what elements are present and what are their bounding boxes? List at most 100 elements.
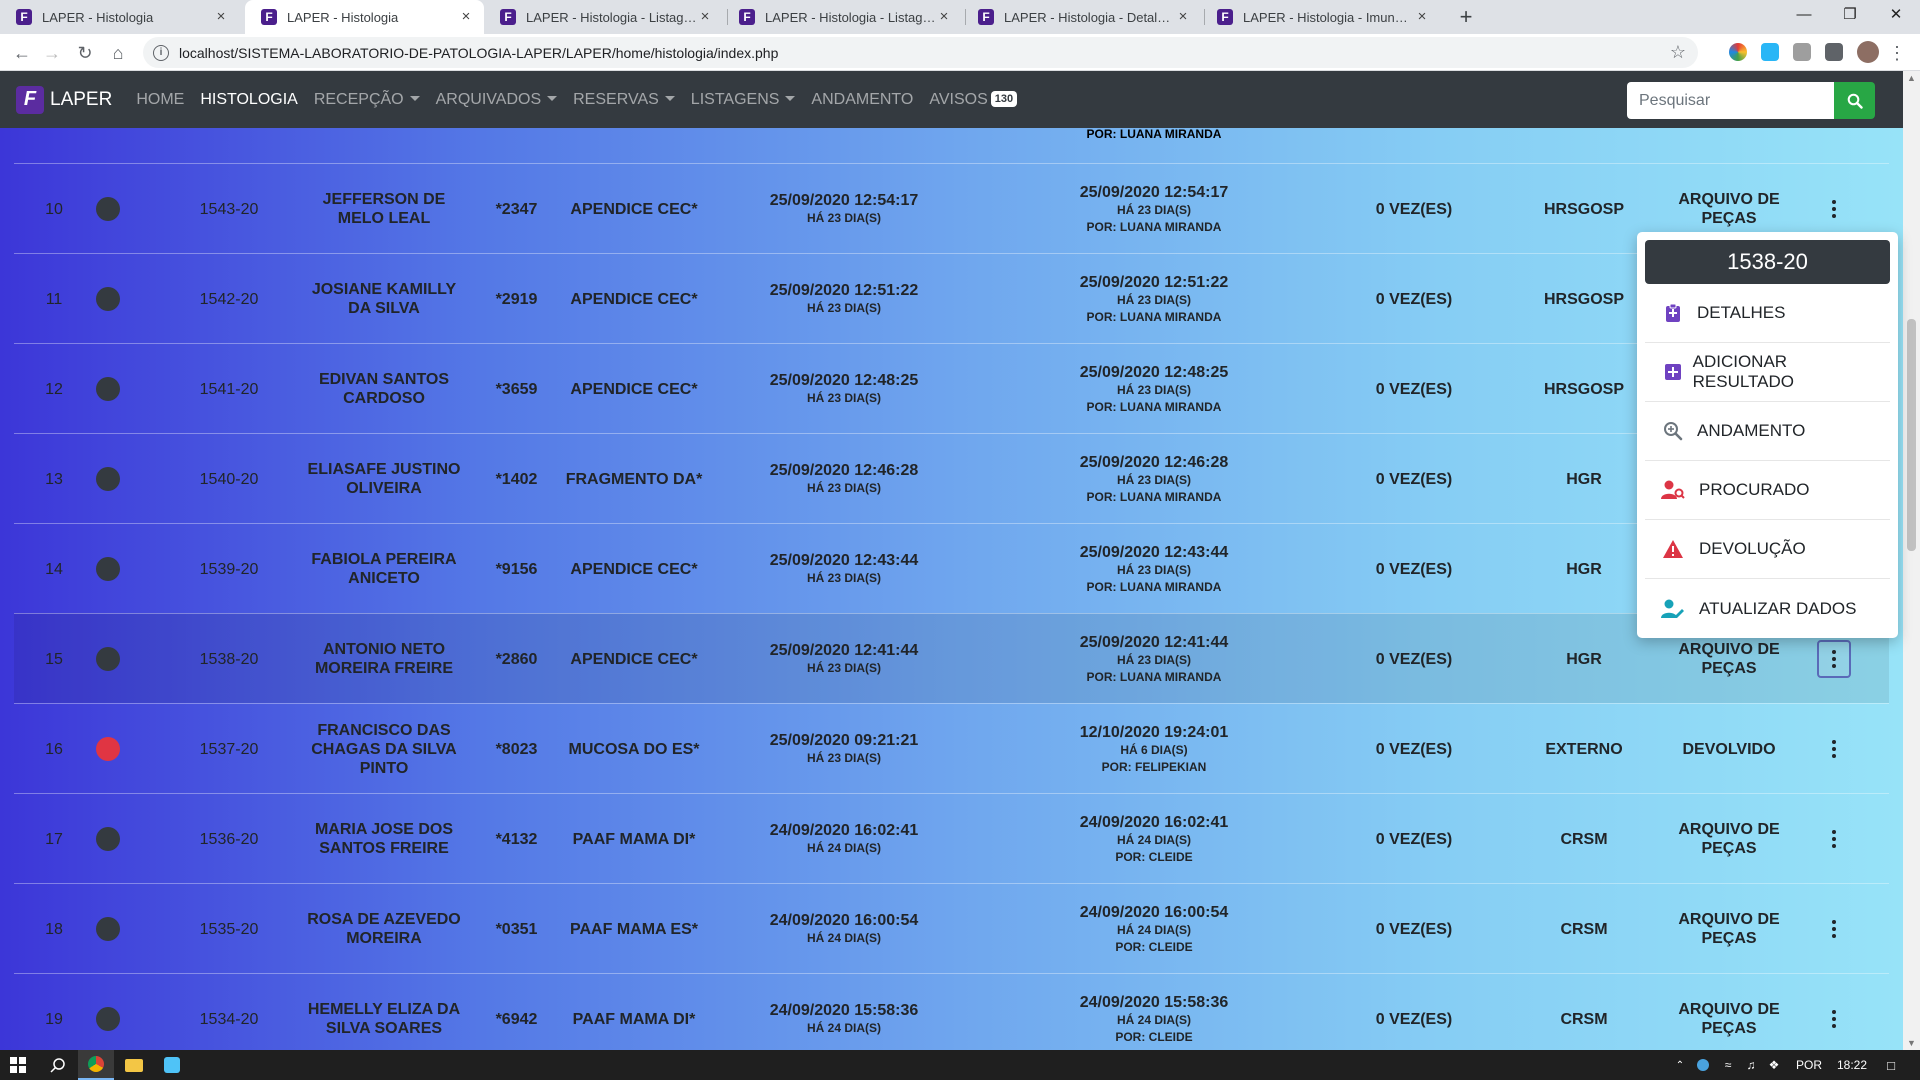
close-icon[interactable]: × xyxy=(1175,9,1191,25)
table-row[interactable]: 14 1539-20 FABIOLA PEREIRA ANICETO *9156 APE… xyxy=(14,523,1889,613)
page-scrollbar[interactable]: ▲ ▼ xyxy=(1903,71,1920,1050)
page-content: F LAPER HOME HISTOLOGIA RECEPÇÃO ARQUIVA… xyxy=(0,71,1920,1050)
nav-home[interactable]: HOME xyxy=(128,91,192,109)
movement-by: POR: LUANA MIRANDA xyxy=(1086,399,1222,414)
laper-logo-icon: F xyxy=(16,85,44,114)
table-row[interactable]: 15 1538-20 ANTONIO NETO MOREIRA FREIRE *286… xyxy=(14,613,1889,703)
menu-item-label: ANDAMENTO xyxy=(1697,421,1806,440)
home-icon[interactable]: ⌂ xyxy=(104,39,132,67)
browser-tab[interactable]: F LAPER - Histologia × xyxy=(0,0,239,34)
close-icon[interactable]: × xyxy=(936,9,952,25)
search-button[interactable] xyxy=(1834,82,1875,119)
dropbox-icon[interactable]: ❖ xyxy=(1766,1050,1782,1080)
clock[interactable]: 18:22 xyxy=(1832,1050,1872,1080)
maximize-icon[interactable]: ❐ xyxy=(1827,0,1873,30)
browser-tab[interactable]: F LAPER - Histologia - Imuno-Histo × xyxy=(1201,0,1440,34)
address-bar[interactable]: i localhost/SISTEMA-LABORATORIO-DE-PATOL… xyxy=(143,37,1698,68)
menu-item-atualizar-dados[interactable]: ATUALIZAR DADOS xyxy=(1645,579,1890,638)
nav-recepcao[interactable]: RECEPÇÃO xyxy=(306,91,428,109)
extension-translate-icon[interactable] xyxy=(1761,43,1779,61)
file-explorer-icon[interactable] xyxy=(116,1050,152,1080)
tray-chevron-up-icon[interactable]: ⌃ xyxy=(1672,1050,1688,1080)
patient-name: JOSIANE KAMILLY DA SILVA xyxy=(311,281,457,317)
info-icon[interactable]: i xyxy=(153,44,169,61)
kebab-menu-icon[interactable] xyxy=(1817,1000,1851,1038)
movement-date: 24/09/2020 16:00:54 xyxy=(1079,903,1229,921)
menu-item-procurado[interactable]: PROCURADO xyxy=(1645,461,1890,520)
bookmark-star-icon[interactable]: ☆ xyxy=(1670,42,1686,63)
tray-network-icon[interactable] xyxy=(1695,1050,1711,1080)
browser-tab[interactable]: F LAPER - Histologia - Detalhes PC × xyxy=(962,0,1201,34)
scroll-down-arrow-icon[interactable]: ▼ xyxy=(1907,1038,1916,1048)
movement-cell: 25/09/2020 12:43:44 HÁ 23 DIA(S) POR: LUAN… xyxy=(1024,524,1284,614)
table-row[interactable]: 11 1542-20 JOSIANE KAMILLY DA SILVA *2919 AP… xyxy=(14,253,1889,343)
nav-arquivados[interactable]: ARQUIVADOS xyxy=(428,91,566,109)
menu-item-andamento[interactable]: ANDAMENTO xyxy=(1645,402,1890,461)
nav-label: AVISOS xyxy=(929,90,988,108)
movement-by: POR: LUANA MIRANDA xyxy=(1086,219,1222,234)
browser-tab-active[interactable]: F LAPER - Histologia × xyxy=(245,0,484,34)
scrollbar-thumb[interactable] xyxy=(1907,319,1916,551)
extension-camera-icon[interactable] xyxy=(1793,43,1811,61)
chrome-taskbar-icon[interactable] xyxy=(78,1050,114,1080)
scroll-up-arrow-icon[interactable]: ▲ xyxy=(1907,73,1916,83)
kebab-menu-icon[interactable] xyxy=(1817,820,1851,858)
table-row[interactable]: 10 1543-20 JEFFERSON DE MELO LEAL *2347 APEN… xyxy=(14,163,1889,253)
windows-start-icon[interactable] xyxy=(0,1050,36,1080)
brand[interactable]: F LAPER xyxy=(16,85,112,114)
table-row[interactable]: 18 1535-20 ROSA DE AZEVEDO MOREIRA *0351 PAA… xyxy=(14,883,1889,973)
movement-cell: 24/09/2020 15:58:36 HÁ 24 DIA(S) POR: CLEI… xyxy=(1024,974,1284,1050)
nav-avisos[interactable]: AVISOS 130 xyxy=(921,90,1025,109)
close-icon[interactable]: × xyxy=(697,9,713,25)
reload-icon[interactable]: ↻ xyxy=(71,39,99,67)
back-arrow-icon[interactable]: ← xyxy=(8,39,36,67)
minimize-icon[interactable]: — xyxy=(1781,0,1827,30)
exam-code: 1536-20 xyxy=(199,830,259,848)
window-close-icon[interactable]: ✕ xyxy=(1873,0,1919,30)
exam-code: 1543-20 xyxy=(199,200,259,218)
wifi-icon[interactable]: ≈ xyxy=(1720,1050,1736,1080)
search-icon[interactable] xyxy=(40,1050,76,1080)
table-row[interactable]: 13 1540-20 ELIASAFE JUSTINO OLIVEIRA *1402 F… xyxy=(14,433,1889,523)
table-row[interactable]: 17 1536-20 MARIA JOSE DOS SANTOS FREIRE *41… xyxy=(14,793,1889,883)
status-dot xyxy=(94,524,122,614)
browser-tab[interactable]: F LAPER - Histologia - Listagem ex × xyxy=(484,0,723,34)
nav-andamento[interactable]: ANDAMENTO xyxy=(803,91,921,109)
status-dot xyxy=(94,794,122,884)
menu-item-devolucao[interactable]: DEVOLUÇÃO xyxy=(1645,520,1890,579)
entry-date-cell: 25/09/2020 12:43:44 HÁ 23 DIA(S) xyxy=(724,524,964,614)
table-row[interactable]: 19 1534-20 HEMELLY ELIZA DA SILVA SOARES *6… xyxy=(14,973,1889,1050)
language-indicator[interactable]: POR xyxy=(1794,1050,1824,1080)
search-input[interactable] xyxy=(1627,82,1834,119)
nav-histologia[interactable]: HISTOLOGIA xyxy=(192,91,306,109)
close-icon[interactable]: × xyxy=(1414,9,1430,25)
table-row[interactable]: 16 1537-20 FRANCISCO DAS CHAGAS DA SILVA P… xyxy=(14,703,1889,793)
browser-tab[interactable]: F LAPER - Histologia - Listagem pr × xyxy=(723,0,962,34)
menu-item-detalhes[interactable]: DETALHES xyxy=(1645,284,1890,343)
menu-item-adicionar-resultado[interactable]: ADICIONAR RESULTADO xyxy=(1645,343,1890,402)
times-count: 0 VEZ(ES) xyxy=(1375,560,1453,578)
new-tab-plus-icon[interactable]: + xyxy=(1453,4,1479,30)
profile-avatar[interactable] xyxy=(1857,41,1879,63)
forward-arrow-icon[interactable]: → xyxy=(38,39,66,67)
nav-reservas[interactable]: RESERVAS xyxy=(565,91,683,109)
extensions-puzzle-icon[interactable] xyxy=(1825,43,1843,61)
status-dot-icon xyxy=(96,197,120,221)
kebab-menu-icon[interactable] xyxy=(1817,190,1851,228)
patient-name: ELIASAFE JUSTINO OLIVEIRA xyxy=(307,461,461,497)
nav-listagens[interactable]: LISTAGENS xyxy=(683,91,804,109)
volume-icon[interactable]: ♫ xyxy=(1743,1050,1759,1080)
movement-date: 12/10/2020 19:24:01 xyxy=(1079,723,1229,741)
kebab-menu-icon[interactable] xyxy=(1817,640,1851,678)
table-row[interactable]: 12 1541-20 EDIVAN SANTOS CARDOSO *3659 APEND… xyxy=(14,343,1889,433)
extension-color-icon[interactable] xyxy=(1729,43,1747,61)
entry-date-cell: 25/09/2020 12:48:25 HÁ 23 DIA(S) xyxy=(724,344,964,434)
app-taskbar-icon[interactable] xyxy=(154,1050,190,1080)
kebab-menu-icon[interactable] xyxy=(1817,730,1851,768)
kebab-menu-icon[interactable] xyxy=(1817,910,1851,948)
close-icon[interactable]: × xyxy=(213,9,229,25)
close-icon[interactable]: × xyxy=(458,9,474,25)
menu-dots-icon[interactable]: ⋮ xyxy=(1887,39,1907,67)
notifications-icon[interactable]: □ xyxy=(1876,1050,1906,1080)
movement-by: POR: LUANA MIRANDA xyxy=(1086,309,1222,324)
